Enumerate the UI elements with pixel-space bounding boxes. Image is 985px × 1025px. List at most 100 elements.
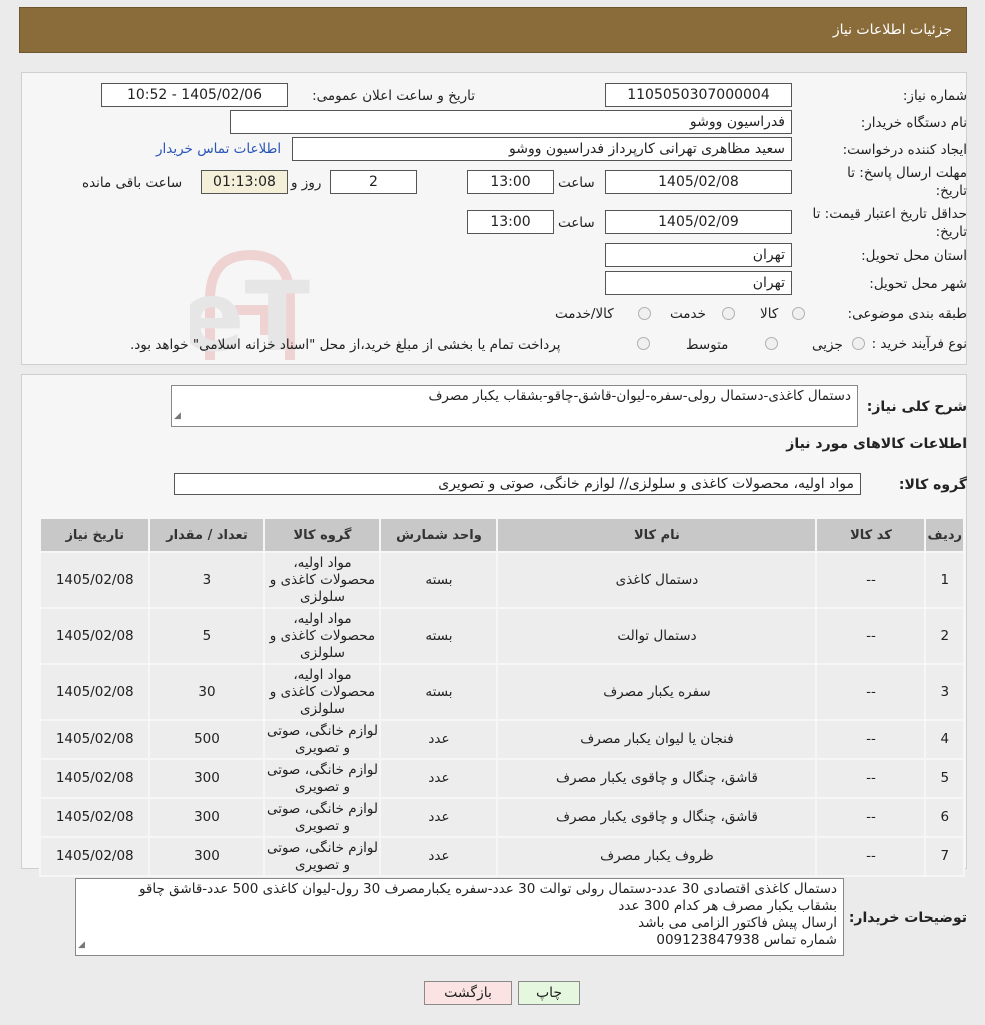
cell-name: سفره یکبار مصرف — [496, 663, 818, 721]
cell-date: 1405/02/08 — [38, 607, 151, 665]
deadline-date-field: 1405/02/08 — [605, 170, 792, 194]
table-row: 4 -- فنجان یا لیوان یکبار مصرف عدد لوازم… — [38, 719, 965, 760]
buyer-notes-textarea[interactable]: دستمال کاغذی اقتصادی 30 عدد-دستمال رولی … — [75, 878, 844, 956]
cell-name: دستمال کاغذی — [496, 551, 818, 609]
cell-row: 4 — [924, 719, 965, 760]
need-number-field: 1105050307000004 — [605, 83, 792, 107]
cell-unit: عدد — [379, 719, 499, 760]
cell-unit: عدد — [379, 836, 499, 877]
buyer-notes-line-1: دستمال کاغذی اقتصادی 30 عدد-دستمال رولی … — [138, 881, 837, 897]
table-row: 3 -- سفره یکبار مصرف بسته مواد اولیه، مح… — [38, 663, 965, 721]
cell-group: لوازم خانگی، صوتی و تصویری — [263, 719, 382, 760]
remaining-time-label: ساعت باقی مانده — [82, 175, 183, 191]
cell-unit: بسته — [379, 551, 499, 609]
need-number-label: شماره نیاز: — [902, 88, 967, 104]
col-qty-header: تعداد / مقدار — [148, 517, 266, 553]
category-label: طبقه بندی موضوعی: — [847, 306, 967, 322]
buyer-notes-line-2: بشقاب یکبار مصرف هر کدام 300 عدد — [618, 898, 837, 914]
table-row: 2 -- دستمال توالت بسته مواد اولیه، محصول… — [38, 607, 965, 665]
cell-code: -- — [815, 797, 927, 838]
cell-date: 1405/02/08 — [38, 836, 151, 877]
table-row: 7 -- ظروف یکبار مصرف عدد لوازم خانگی، صو… — [38, 836, 965, 877]
cell-date: 1405/02/08 — [38, 551, 151, 609]
category-radio-goods-service[interactable] — [638, 307, 651, 320]
process-radio-medium[interactable] — [765, 337, 778, 350]
cell-group: لوازم خانگی، صوتی و تصویری — [263, 836, 382, 877]
buyer-notes-label: توضیحات خریدار: — [848, 910, 967, 926]
buyer-notes-line-4: شماره تماس 009123847938 — [656, 932, 837, 948]
cell-name: قاشق، چنگال و چاقوی یکبار مصرف — [496, 758, 818, 799]
announce-label: تاریخ و ساعت اعلان عمومی: — [312, 88, 475, 104]
page-title: جزئیات اطلاعات نیاز — [832, 22, 952, 38]
cell-name: فنجان یا لیوان یکبار مصرف — [496, 719, 818, 760]
cell-code: -- — [815, 551, 927, 609]
cell-date: 1405/02/08 — [38, 758, 151, 799]
validity-time-field: 13:00 — [467, 210, 554, 234]
buyer-notes-line-3: ارسال پیش فاکتور الزامی می باشد — [638, 915, 837, 931]
city-label: شهر محل تحویل: — [869, 276, 967, 292]
cell-code: -- — [815, 758, 927, 799]
requester-field: سعید مظاهری تهرانی کارپرداز فدراسیون ووش… — [292, 137, 792, 161]
cell-date: 1405/02/08 — [38, 719, 151, 760]
days-field: 2 — [330, 170, 417, 194]
category-radio-service[interactable] — [722, 307, 735, 320]
table-row: 6 -- قاشق، چنگال و چاقوی یکبار مصرف عدد … — [38, 797, 965, 838]
process-radio-treasury[interactable] — [637, 337, 650, 350]
remaining-time-field: 01:13:08 — [201, 170, 288, 194]
summary-textarea[interactable]: دستمال کاغذی-دستمال رولی-سفره-لیوان-قاشق… — [171, 385, 858, 427]
cell-name: ظروف یکبار مصرف — [496, 836, 818, 877]
deadline-time-field: 13:00 — [467, 170, 554, 194]
summary-label: شرح کلی نیاز: — [866, 399, 967, 415]
cell-code: -- — [815, 663, 927, 721]
goods-section-title: اطلاعات کالاهای مورد نیاز — [786, 436, 967, 452]
cell-qty: 5 — [148, 607, 266, 665]
province-field: تهران — [605, 243, 792, 267]
back-button[interactable]: بازگشت — [424, 981, 512, 1005]
cell-code: -- — [815, 836, 927, 877]
days-label: روز و — [291, 175, 322, 191]
buyer-org-field: فدراسیون ووشو — [230, 110, 792, 134]
validity-label-2: تاریخ: — [935, 224, 967, 240]
process-option-medium: متوسط — [686, 337, 729, 353]
deadline-label-1: مهلت ارسال پاسخ: تا — [847, 165, 967, 181]
cell-row: 6 — [924, 797, 965, 838]
province-label: استان محل تحویل: — [861, 248, 967, 264]
process-option-minor: جزیی — [812, 337, 843, 353]
cell-qty: 500 — [148, 719, 266, 760]
goods-table: ردیف کد کالا نام کالا واحد شمارش گروه کا… — [38, 517, 965, 877]
summary-text: دستمال کاغذی-دستمال رولی-سفره-لیوان-قاشق… — [428, 388, 851, 404]
col-name-header: نام کالا — [496, 517, 818, 553]
cell-qty: 300 — [148, 758, 266, 799]
table-header-row: ردیف کد کالا نام کالا واحد شمارش گروه کا… — [38, 517, 965, 553]
buyer-contact-link[interactable]: اطلاعات تماس خریدار — [156, 141, 281, 157]
cell-group: مواد اولیه، محصولات کاغذی و سلولزی — [263, 663, 382, 721]
cell-row: 5 — [924, 758, 965, 799]
col-unit-header: واحد شمارش — [379, 517, 499, 553]
resize-grip-icon: ◢ — [174, 411, 181, 421]
cell-group: لوازم خانگی، صوتی و تصویری — [263, 797, 382, 838]
cell-qty: 30 — [148, 663, 266, 721]
category-option-goods-service: کالا/خدمت — [555, 306, 614, 322]
table-row: 5 -- قاشق، چنگال و چاقوی یکبار مصرف عدد … — [38, 758, 965, 799]
col-date-header: تاریخ نیاز — [38, 517, 151, 553]
cell-date: 1405/02/08 — [38, 663, 151, 721]
category-radio-goods[interactable] — [792, 307, 805, 320]
category-option-goods: کالا — [760, 306, 779, 322]
cell-name: قاشق، چنگال و چاقوی یکبار مصرف — [496, 797, 818, 838]
cell-unit: عدد — [379, 758, 499, 799]
col-group-header: گروه کالا — [263, 517, 382, 553]
buyer-org-label: نام دستگاه خریدار: — [860, 115, 967, 131]
col-row-header: ردیف — [924, 517, 965, 553]
process-radio-minor[interactable] — [852, 337, 865, 350]
cell-unit: بسته — [379, 607, 499, 665]
cell-group: لوازم خانگی، صوتی و تصویری — [263, 758, 382, 799]
cell-code: -- — [815, 719, 927, 760]
deadline-label-2: تاریخ: — [935, 183, 967, 199]
validity-date-field: 1405/02/09 — [605, 210, 792, 234]
goods-group-label: گروه کالا: — [898, 477, 967, 493]
print-button[interactable]: چاپ — [518, 981, 580, 1005]
announce-field: 1405/02/06 - 10:52 — [101, 83, 288, 107]
cell-group: مواد اولیه، محصولات کاغذی و سلولزی — [263, 607, 382, 665]
resize-grip-icon: ◢ — [78, 940, 85, 950]
cell-row: 7 — [924, 836, 965, 877]
